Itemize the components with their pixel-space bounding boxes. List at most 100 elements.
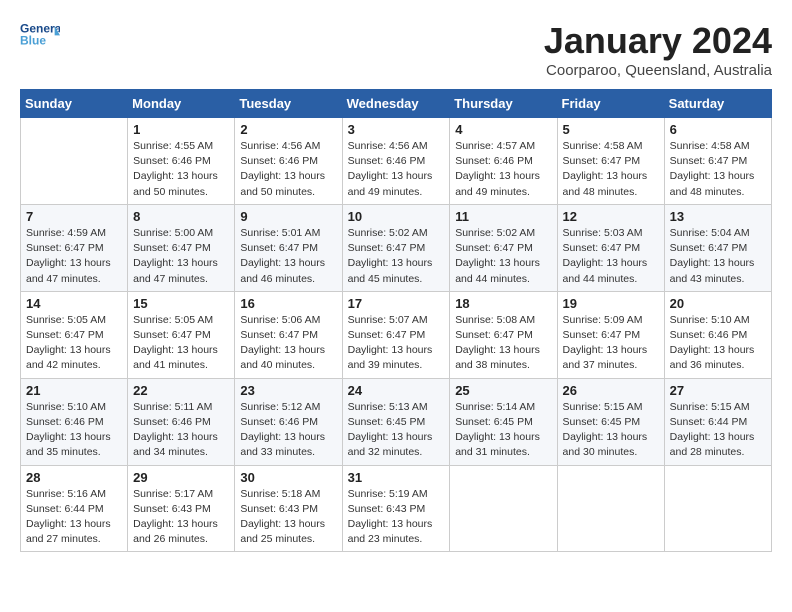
- title-area: January 2024 Coorparoo, Queensland, Aust…: [544, 20, 772, 79]
- day-number: 16: [240, 296, 336, 311]
- weekday-tuesday: Tuesday: [235, 90, 342, 118]
- day-info: Sunrise: 5:15 AMSunset: 6:45 PMDaylight:…: [563, 400, 659, 461]
- calendar-cell: 19Sunrise: 5:09 AMSunset: 6:47 PMDayligh…: [557, 291, 664, 378]
- weekday-thursday: Thursday: [450, 90, 557, 118]
- day-info: Sunrise: 5:08 AMSunset: 6:47 PMDaylight:…: [455, 313, 551, 374]
- weekday-header-row: SundayMondayTuesdayWednesdayThursdayFrid…: [21, 90, 772, 118]
- day-number: 1: [133, 122, 229, 137]
- day-number: 18: [455, 296, 551, 311]
- calendar-cell: 28 Sunrise: 5:16 AMSunset: 6:44 PMDayligh…: [21, 465, 128, 552]
- day-number: 13: [670, 209, 766, 224]
- day-info: Sunrise: 5:12 AMSunset: 6:46 PMDaylight:…: [240, 400, 336, 461]
- week-row-2: 7 Sunrise: 4:59 AMSunset: 6:47 PMDaylight…: [21, 204, 772, 291]
- day-info: Sunrise: 5:05 AMSunset: 6:47 PMDaylight:…: [133, 313, 229, 374]
- day-number: 9: [240, 209, 336, 224]
- day-number: 21: [26, 383, 122, 398]
- calendar-cell: [21, 118, 128, 205]
- day-number: 24: [348, 383, 445, 398]
- calendar-cell: 10 Sunrise: 5:02 AMSunset: 6:47 PMDayligh…: [342, 204, 450, 291]
- day-info: Sunrise: 5:02 AMSunset: 6:47 PMDaylight:…: [455, 226, 551, 287]
- week-row-5: 28 Sunrise: 5:16 AMSunset: 6:44 PMDayligh…: [21, 465, 772, 552]
- day-info: Sunrise: 5:13 AMSunset: 6:45 PMDaylight:…: [348, 400, 445, 461]
- day-info: Sunrise: 5:14 AMSunset: 6:45 PMDaylight:…: [455, 400, 551, 461]
- day-number: 27: [670, 383, 766, 398]
- day-number: 15: [133, 296, 229, 311]
- day-info: Sunrise: 5:03 AMSunset: 6:47 PMDaylight:…: [563, 226, 659, 287]
- month-title: January 2024: [544, 20, 772, 62]
- day-info: Sunrise: 4:55 AMSunset: 6:46 PMDaylight:…: [133, 139, 229, 200]
- calendar-cell: 25 Sunrise: 5:14 AMSunset: 6:45 PMDayligh…: [450, 378, 557, 465]
- day-number: 23: [240, 383, 336, 398]
- day-info: Sunrise: 5:02 AMSunset: 6:47 PMDaylight:…: [348, 226, 445, 287]
- day-number: 19: [563, 296, 659, 311]
- week-row-3: 14 Sunrise: 5:05 AMSunset: 6:47 PMDayligh…: [21, 291, 772, 378]
- day-info: Sunrise: 5:18 AMSunset: 6:43 PMDaylight:…: [240, 487, 336, 548]
- day-number: 28: [26, 470, 122, 485]
- day-info: Sunrise: 5:10 AMSunset: 6:46 PMDaylight:…: [26, 400, 122, 461]
- day-info: Sunrise: 5:07 AMSunset: 6:47 PMDaylight:…: [348, 313, 445, 374]
- day-info: Sunrise: 5:16 AMSunset: 6:44 PMDaylight:…: [26, 487, 122, 548]
- calendar-cell: 17 Sunrise: 5:07 AMSunset: 6:47 PMDayligh…: [342, 291, 450, 378]
- day-number: 25: [455, 383, 551, 398]
- calendar-cell: 31 Sunrise: 5:19 AMSunset: 6:43 PMDayligh…: [342, 465, 450, 552]
- header: General Blue January 2024 Coorparoo, Que…: [20, 20, 772, 79]
- calendar-cell: 22 Sunrise: 5:11 AMSunset: 6:46 PMDayligh…: [128, 378, 235, 465]
- day-number: 31: [348, 470, 445, 485]
- day-number: 7: [26, 209, 122, 224]
- calendar-cell: [557, 465, 664, 552]
- calendar-cell: [450, 465, 557, 552]
- calendar-cell: 30 Sunrise: 5:18 AMSunset: 6:43 PMDayligh…: [235, 465, 342, 552]
- day-info: Sunrise: 4:57 AMSunset: 6:46 PMDaylight:…: [455, 139, 551, 200]
- calendar-cell: 29Sunrise: 5:17 AMSunset: 6:43 PMDayligh…: [128, 465, 235, 552]
- day-number: 26: [563, 383, 659, 398]
- svg-text:Blue: Blue: [20, 34, 46, 48]
- day-number: 30: [240, 470, 336, 485]
- day-number: 2: [240, 122, 336, 137]
- calendar-cell: 1 Sunrise: 4:55 AMSunset: 6:46 PMDaylight…: [128, 118, 235, 205]
- day-number: 29: [133, 470, 229, 485]
- day-number: 5: [563, 122, 659, 137]
- weekday-wednesday: Wednesday: [342, 90, 450, 118]
- calendar-cell: 14 Sunrise: 5:05 AMSunset: 6:47 PMDayligh…: [21, 291, 128, 378]
- weekday-saturday: Saturday: [664, 90, 771, 118]
- calendar-body: 1 Sunrise: 4:55 AMSunset: 6:46 PMDaylight…: [21, 118, 772, 552]
- calendar-cell: 21 Sunrise: 5:10 AMSunset: 6:46 PMDayligh…: [21, 378, 128, 465]
- calendar-cell: 24 Sunrise: 5:13 AMSunset: 6:45 PMDayligh…: [342, 378, 450, 465]
- day-info: Sunrise: 5:19 AMSunset: 6:43 PMDaylight:…: [348, 487, 445, 548]
- calendar-cell: 9Sunrise: 5:01 AMSunset: 6:47 PMDaylight…: [235, 204, 342, 291]
- day-info: Sunrise: 5:10 AMSunset: 6:46 PMDaylight:…: [670, 313, 766, 374]
- day-number: 20: [670, 296, 766, 311]
- calendar-cell: 23 Sunrise: 5:12 AMSunset: 6:46 PMDayligh…: [235, 378, 342, 465]
- day-info: Sunrise: 5:15 AMSunset: 6:44 PMDaylight:…: [670, 400, 766, 461]
- day-info: Sunrise: 4:56 AMSunset: 6:46 PMDaylight:…: [348, 139, 445, 200]
- day-number: 22: [133, 383, 229, 398]
- calendar-cell: 8 Sunrise: 5:00 AMSunset: 6:47 PMDaylight…: [128, 204, 235, 291]
- day-info: Sunrise: 5:04 AMSunset: 6:47 PMDaylight:…: [670, 226, 766, 287]
- day-number: 8: [133, 209, 229, 224]
- calendar-cell: 27 Sunrise: 5:15 AMSunset: 6:44 PMDayligh…: [664, 378, 771, 465]
- day-info: Sunrise: 4:59 AMSunset: 6:47 PMDaylight:…: [26, 226, 122, 287]
- day-number: 3: [348, 122, 445, 137]
- calendar-cell: 5Sunrise: 4:58 AMSunset: 6:47 PMDaylight…: [557, 118, 664, 205]
- week-row-4: 21 Sunrise: 5:10 AMSunset: 6:46 PMDayligh…: [21, 378, 772, 465]
- calendar-cell: 4 Sunrise: 4:57 AMSunset: 6:46 PMDaylight…: [450, 118, 557, 205]
- day-number: 10: [348, 209, 445, 224]
- calendar-cell: 2Sunrise: 4:56 AMSunset: 6:46 PMDaylight…: [235, 118, 342, 205]
- day-number: 11: [455, 209, 551, 224]
- day-info: Sunrise: 5:11 AMSunset: 6:46 PMDaylight:…: [133, 400, 229, 461]
- calendar-table: SundayMondayTuesdayWednesdayThursdayFrid…: [20, 89, 772, 552]
- calendar-cell: 3 Sunrise: 4:56 AMSunset: 6:46 PMDaylight…: [342, 118, 450, 205]
- day-info: Sunrise: 5:06 AMSunset: 6:47 PMDaylight:…: [240, 313, 336, 374]
- day-info: Sunrise: 5:00 AMSunset: 6:47 PMDaylight:…: [133, 226, 229, 287]
- location: Coorparoo, Queensland, Australia: [544, 62, 772, 79]
- day-number: 4: [455, 122, 551, 137]
- calendar-cell: 11 Sunrise: 5:02 AMSunset: 6:47 PMDayligh…: [450, 204, 557, 291]
- weekday-sunday: Sunday: [21, 90, 128, 118]
- day-info: Sunrise: 5:05 AMSunset: 6:47 PMDaylight:…: [26, 313, 122, 374]
- logo: General Blue: [20, 20, 60, 50]
- calendar-cell: [664, 465, 771, 552]
- day-number: 14: [26, 296, 122, 311]
- day-number: 17: [348, 296, 445, 311]
- day-info: Sunrise: 4:58 AMSunset: 6:47 PMDaylight:…: [670, 139, 766, 200]
- calendar-cell: 13 Sunrise: 5:04 AMSunset: 6:47 PMDayligh…: [664, 204, 771, 291]
